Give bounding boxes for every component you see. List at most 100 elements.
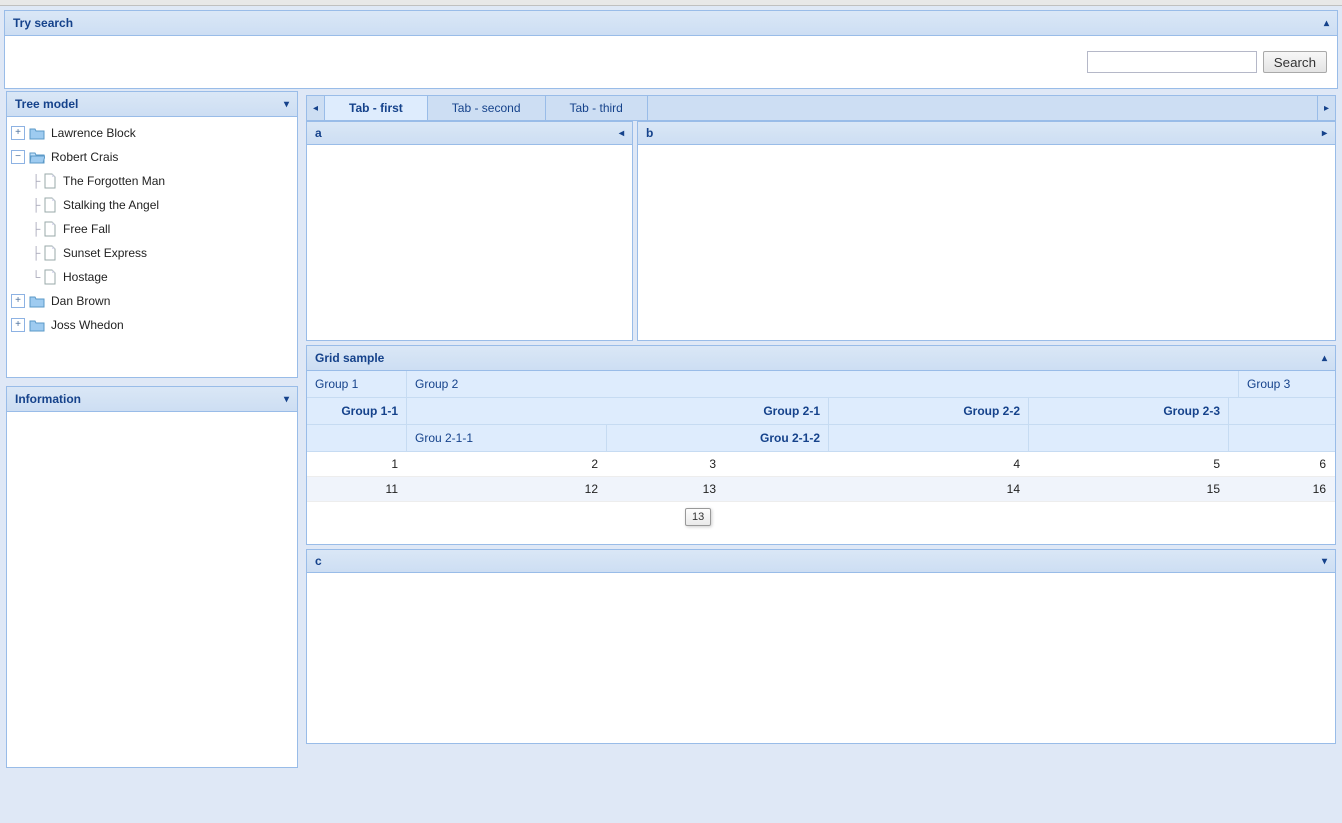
grid-header[interactable]: Group 1 — [307, 371, 407, 397]
panel-b: b ▸ — [637, 121, 1336, 341]
file-icon — [43, 245, 57, 261]
panel-b-header[interactable]: b ▸ — [638, 122, 1335, 145]
panel-a-body — [307, 145, 632, 340]
info-panel-body — [7, 412, 297, 767]
folder-icon — [29, 294, 45, 308]
grid-header[interactable]: Group 2-3 — [1029, 398, 1229, 424]
grid-cell: 5 — [1029, 452, 1229, 476]
expand-icon[interactable]: + — [11, 294, 25, 308]
grid-cell: 13 — [607, 477, 725, 501]
search-panel-title: Try search — [13, 16, 73, 30]
info-panel-header[interactable]: Information ▾ — [7, 387, 297, 412]
grid-cell: 4 — [725, 452, 1029, 476]
tree-label: Sunset Express — [63, 246, 147, 260]
grid-header-row: Grou 2-1-1 Grou 2-1-2 — [307, 425, 1335, 452]
tree-label: Hostage — [63, 270, 108, 284]
panel-c-body — [307, 573, 1335, 743]
grid-panel-header[interactable]: Grid sample ▴ — [307, 346, 1335, 371]
tree-panel: Tree model ▾ + Lawrence Block − Robert C… — [6, 91, 298, 378]
grid-header[interactable]: Group 1-1 — [307, 398, 407, 424]
search-input[interactable] — [1087, 51, 1257, 73]
panel-a-header[interactable]: a ◂ — [307, 122, 632, 145]
tree-label: Joss Whedon — [51, 318, 124, 332]
grid-cell: 1 — [307, 452, 407, 476]
collapse-icon[interactable]: − — [11, 150, 25, 164]
folder-open-icon — [29, 150, 45, 164]
cell-tooltip: 13 — [685, 508, 711, 526]
tree-label: Robert Crais — [51, 150, 118, 164]
chevron-down-icon[interactable]: ▾ — [284, 394, 289, 405]
panel-c-title: c — [315, 554, 322, 568]
search-panel-body: Search — [5, 36, 1337, 88]
tree-node-folder[interactable]: + Dan Brown — [7, 289, 297, 313]
panel-a-title: a — [315, 126, 322, 140]
tree-node-leaf[interactable]: ├ Sunset Express — [7, 241, 297, 265]
grid-header-empty — [1229, 398, 1335, 424]
tree-node-leaf[interactable]: ├ Stalking the Angel — [7, 193, 297, 217]
panel-b-title: b — [646, 126, 653, 140]
grid-body: 1 2 3 4 5 6 11 12 13 14 15 16 13 — [307, 452, 1335, 544]
chevron-left-icon[interactable]: ◂ — [619, 128, 624, 139]
tree-panel-header[interactable]: Tree model ▾ — [7, 92, 297, 117]
panel-b-body — [638, 145, 1335, 340]
chevron-right-icon[interactable]: ▸ — [1322, 128, 1327, 139]
tree-node-leaf[interactable]: └ Hostage — [7, 265, 297, 289]
grid-header-empty — [307, 425, 407, 451]
search-panel-header[interactable]: Try search ▴ — [5, 11, 1337, 36]
tab-scroll-right[interactable]: ▸ — [1317, 96, 1335, 120]
tree-line-icon: ├ — [29, 246, 43, 260]
tree-label: Lawrence Block — [51, 126, 136, 140]
grid-cell: 6 — [1229, 452, 1335, 476]
grid-header[interactable]: Group 3 — [1239, 371, 1335, 397]
chevron-up-icon[interactable]: ▴ — [1324, 18, 1329, 29]
grid-header[interactable]: Group 2 — [407, 371, 1239, 397]
grid-header-empty — [829, 425, 1029, 451]
grid-cell: 3 — [607, 452, 725, 476]
tab-second[interactable]: Tab - second — [428, 96, 546, 120]
grid-cell: 16 — [1229, 477, 1335, 501]
tab-label: Tab - second — [452, 101, 521, 115]
grid-header[interactable]: Group 2-1 — [407, 398, 829, 424]
grid-row[interactable]: 1 2 3 4 5 6 — [307, 452, 1335, 477]
grid-cell: 14 — [725, 477, 1029, 501]
tree-line-icon: ├ — [29, 174, 43, 188]
file-icon — [43, 269, 57, 285]
tab-third[interactable]: Tab - third — [546, 96, 648, 120]
expand-icon[interactable]: + — [11, 126, 25, 140]
tree-label: Stalking the Angel — [63, 198, 159, 212]
tree-node-folder[interactable]: + Joss Whedon — [7, 313, 297, 337]
tree-line-icon: └ — [29, 270, 43, 284]
grid-header-empty — [1229, 425, 1335, 451]
grid-header[interactable]: Grou 2-1-1 — [407, 425, 607, 451]
grid-header-empty — [1029, 425, 1229, 451]
tab-scroll-left[interactable]: ◂ — [307, 96, 325, 120]
tree-node-folder[interactable]: + Lawrence Block — [7, 121, 297, 145]
chevron-down-icon[interactable]: ▾ — [284, 99, 289, 110]
panel-c-header[interactable]: c ▾ — [307, 550, 1335, 573]
window-toolbar — [0, 0, 1342, 6]
tree-label: The Forgotten Man — [63, 174, 165, 188]
expand-icon[interactable]: + — [11, 318, 25, 332]
grid-panel-title: Grid sample — [315, 351, 384, 365]
file-icon — [43, 221, 57, 237]
search-panel: Try search ▴ Search — [4, 10, 1338, 89]
grid-header[interactable]: Group 2-2 — [829, 398, 1029, 424]
folder-icon — [29, 126, 45, 140]
tree-body: + Lawrence Block − Robert Crais ├ — [7, 117, 297, 377]
grid-header[interactable]: Grou 2-1-2 — [607, 425, 829, 451]
tree-node-leaf[interactable]: ├ The Forgotten Man — [7, 169, 297, 193]
grid-cell: 11 — [307, 477, 407, 501]
tree-line-icon: ├ — [29, 222, 43, 236]
file-icon — [43, 197, 57, 213]
search-button[interactable]: Search — [1263, 51, 1327, 73]
grid-row[interactable]: 11 12 13 14 15 16 — [307, 477, 1335, 502]
tab-first[interactable]: Tab - first — [325, 96, 428, 120]
tree-node-leaf[interactable]: ├ Free Fall — [7, 217, 297, 241]
chevron-down-icon[interactable]: ▾ — [1322, 556, 1327, 567]
tree-panel-title: Tree model — [15, 97, 78, 111]
tree-node-folder[interactable]: − Robert Crais — [7, 145, 297, 169]
tree-label: Free Fall — [63, 222, 110, 236]
chevron-up-icon[interactable]: ▴ — [1322, 353, 1327, 364]
info-panel: Information ▾ — [6, 386, 298, 768]
grid-cell: 12 — [407, 477, 607, 501]
